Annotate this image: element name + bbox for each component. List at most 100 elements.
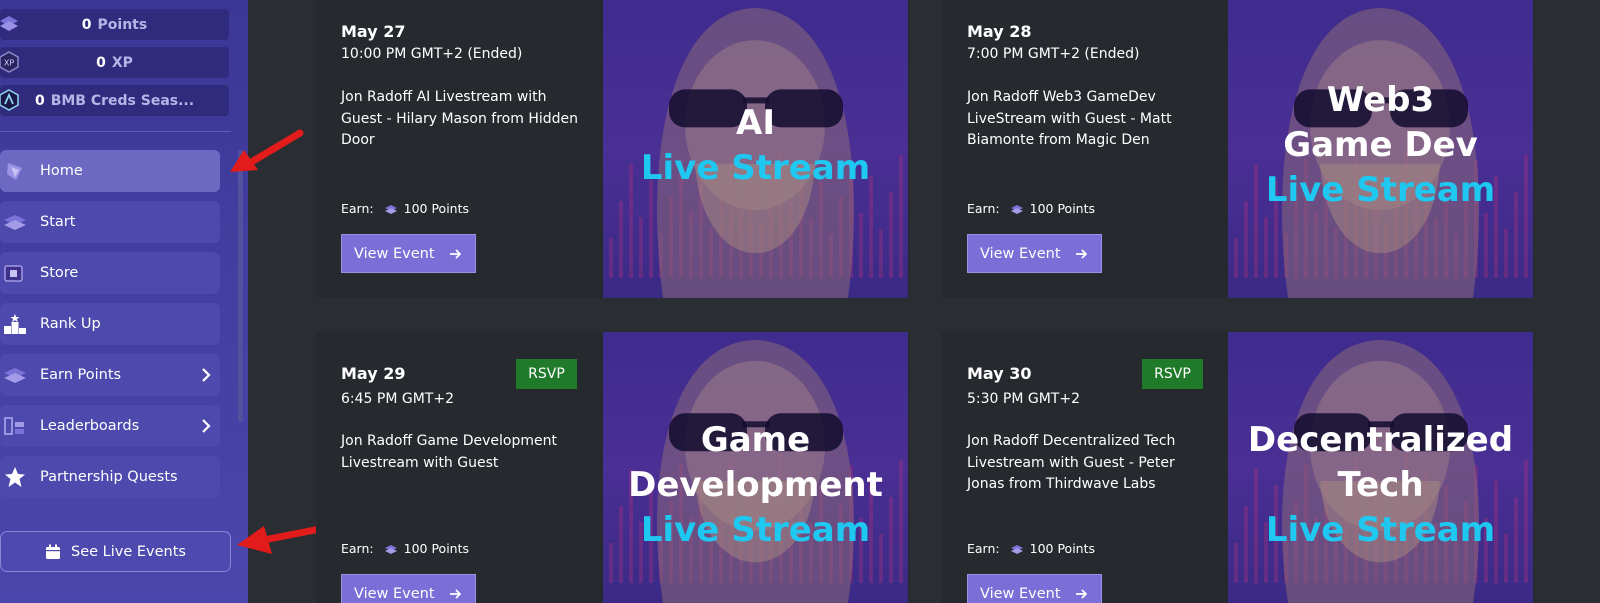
chevron-right-icon [202,368,211,382]
event-title: Jon Radoff Game Development Livestream w… [341,433,557,471]
event-card: May 30 RSVP 5:30 PM GMT+2 Jon Radoff Dec… [941,332,1534,603]
event-thumbnail[interactable]: Decentralized Tech Live Stream [1228,332,1533,603]
home-icon [7,163,22,180]
xp-unit: XP [111,54,133,71]
sidebar-item-label: Start [40,214,76,230]
event-time: 7:00 PM GMT+2 (Ended) [967,46,1140,62]
points-icon [384,204,397,214]
arrow-right-icon [450,249,461,259]
sidebar-item-home[interactable]: Home [0,150,220,192]
earn-label: Earn: [967,201,1000,216]
chevron-right-icon [202,419,211,433]
view-event-label: View Event [354,245,435,262]
store-icon [4,265,23,282]
points-value: 0 [81,16,92,33]
sidebar-item-label: Store [40,265,79,281]
arrow-right-icon [1076,249,1087,259]
arrow-right-icon [450,589,461,599]
points-icon [0,16,18,31]
earn-points: 100 Points [403,201,470,216]
sidebar-item-label: Home [40,163,83,179]
event-date: May 30 [967,364,1032,383]
thumbnail-title: Web3 Game Dev Live Stream [1228,78,1533,213]
thumbnail-subtitle: Live Stream [1265,510,1496,550]
creds-unit: BMB Creds Seas... [50,92,195,109]
svg-text:XP: XP [4,59,14,68]
view-event-label: View Event [354,585,435,602]
earn-points: 100 Points [403,541,470,556]
sidebar-item-store[interactable]: Store [0,252,220,294]
thumbnail-line: Development [628,465,883,505]
thumbnail-subtitle: Live Stream [1265,170,1496,210]
points-icon [1010,204,1023,214]
event-time: 5:30 PM GMT+2 [967,391,1080,407]
event-time: 10:00 PM GMT+2 (Ended) [341,46,523,62]
event-card: May 28 7:00 PM GMT+2 (Ended) Jon Radoff … [941,0,1534,298]
sidebar-item-label: Earn Points [40,367,122,383]
event-earn: Earn: 100 Points [341,201,469,216]
event-earn: Earn: 100 Points [967,201,1095,216]
sidebar-item-label: Partnership Quests [40,469,178,485]
event-thumbnail[interactable]: AI Live Stream [603,0,908,298]
thumbnail-line: Tech [1337,465,1424,505]
sidebar: 0 Points XP 0 XP 0 BMB Creds Seas... Hom… [0,0,248,603]
see-live-events-button[interactable]: See Live Events [0,531,231,572]
thumbnail-line: Decentralized [1247,420,1514,460]
points-icon [1010,544,1023,554]
event-time: 6:45 PM GMT+2 [341,391,454,407]
earn-label: Earn: [341,201,374,216]
event-thumbnail[interactable]: Game Development Live Stream [603,332,908,603]
creds-stat[interactable]: 0 BMB Creds Seas... [0,85,229,116]
podium-icon [4,313,26,334]
sidebar-scrollbar[interactable] [238,150,243,422]
rsvp-badge[interactable]: RSVP [516,359,577,389]
earn-points: 100 Points [1029,201,1096,216]
event-title: Jon Radoff Decentralized Tech Livestream… [967,433,1176,492]
sidebar-item-label: Rank Up [40,316,101,332]
event-title: Jon Radoff Web3 GameDev LiveStream with … [967,89,1172,148]
thumbnail-line: AI [736,103,775,143]
event-thumbnail[interactable]: Web3 Game Dev Live Stream [1228,0,1533,298]
event-card: May 29 RSVP 6:45 PM GMT+2 Jon Radoff Gam… [316,332,909,603]
event-card: May 27 10:00 PM GMT+2 (Ended) Jon Radoff… [316,0,909,298]
see-live-events-label: See Live Events [71,543,186,560]
sidebar-item-earn-points[interactable]: Earn Points [0,354,220,396]
xp-icon: XP [0,51,19,73]
leaderboard-icon [4,417,24,435]
event-date: May 28 [967,22,1032,41]
view-event-button[interactable]: View Event [341,574,476,603]
xp-stat[interactable]: XP 0 XP [0,47,229,78]
event-earn: Earn: 100 Points [967,541,1095,556]
thumbnail-subtitle: Live Stream [640,510,871,550]
thumbnail-title: AI Live Stream [603,101,908,191]
earn-points: 100 Points [1029,541,1096,556]
sidebar-item-leaderboards[interactable]: Leaderboards [0,405,220,447]
arrow-right-icon [1076,589,1087,599]
points-icon [384,544,397,554]
thumbnail-subtitle: Live Stream [640,148,871,188]
start-icon [4,215,26,230]
creds-value: 0 [34,92,45,109]
creds-icon [0,89,19,111]
sidebar-item-rank-up[interactable]: Rank Up [0,303,220,345]
thumbnail-line: Web3 [1326,80,1435,120]
event-date: May 27 [341,22,406,41]
xp-value: 0 [96,54,106,71]
sidebar-divider [0,131,231,132]
sidebar-item-label: Leaderboards [40,418,140,434]
event-date: May 29 [341,364,406,383]
sidebar-item-partnership-quests[interactable]: Partnership Quests [0,456,220,498]
thumbnail-title: Decentralized Tech Live Stream [1228,418,1533,553]
points-stat[interactable]: 0 Points [0,9,229,40]
view-event-button[interactable]: View Event [967,574,1102,603]
view-event-button[interactable]: View Event [967,234,1102,273]
calendar-icon [46,544,61,559]
rsvp-badge[interactable]: RSVP [1142,359,1203,389]
thumbnail-line: Game Dev [1283,125,1478,165]
sidebar-item-start[interactable]: Start [0,201,220,243]
view-event-button[interactable]: View Event [341,234,476,273]
thumbnail-line: Game [700,420,811,460]
event-earn: Earn: 100 Points [341,541,469,556]
view-event-label: View Event [980,245,1061,262]
annotation-arrow-icon [230,129,304,172]
